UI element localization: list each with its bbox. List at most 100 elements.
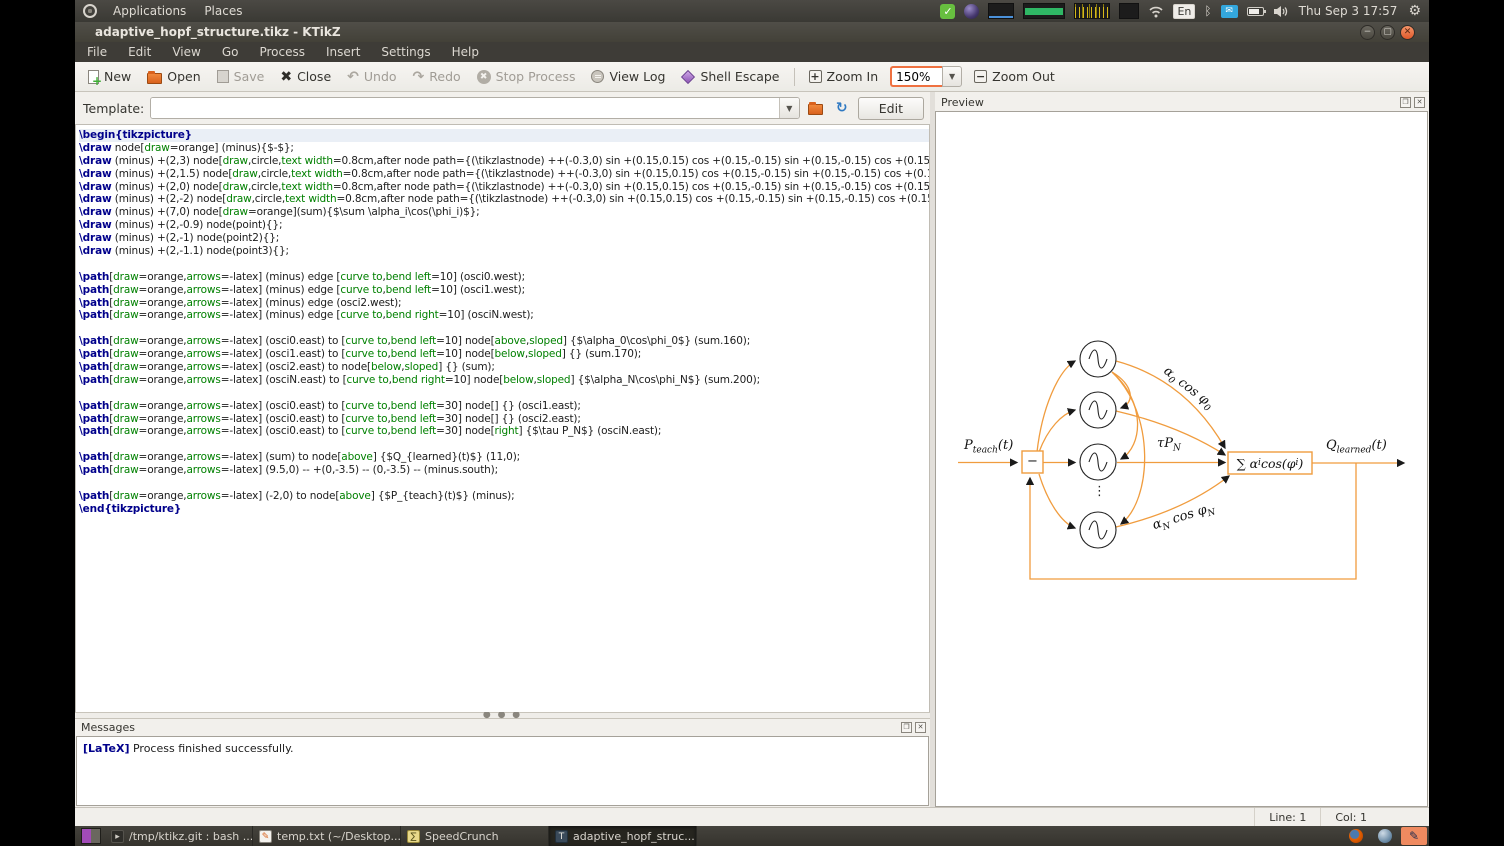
minimize-button[interactable]: − [1360, 25, 1375, 40]
template-reload-button[interactable]: ↻ [832, 98, 852, 118]
horizontal-splitter[interactable]: ● ● ● [75, 712, 930, 719]
code-line[interactable]: \draw (minus) +(2,-1.1) node(point3){}; [79, 245, 929, 258]
code-line[interactable]: \draw (minus) +(2,3) node[draw,circle,te… [79, 155, 929, 168]
messages-body: [LaTeX] Process finished successfully. [76, 736, 929, 806]
monitor-applet-empty[interactable] [1119, 3, 1139, 19]
open-button[interactable]: Open [140, 66, 207, 87]
code-line[interactable] [79, 438, 929, 451]
p-teach-label: Pteach(t) [964, 438, 1013, 456]
template-dropdown-arrow[interactable]: ▼ [779, 98, 799, 118]
code-line[interactable]: \draw (minus) +(2,1.5) node[draw,circle,… [79, 168, 929, 181]
task-terminal[interactable]: ▸ /tmp/ktikz.git : bash ... [105, 826, 253, 846]
workspace-switcher[interactable] [81, 828, 101, 844]
messages-float-icon[interactable]: ❐ [901, 722, 912, 733]
template-combobox: ▼ [150, 97, 800, 119]
task-texteditor[interactable]: ✎ temp.txt (~/Desktop... [253, 826, 401, 846]
volume-icon[interactable] [1273, 5, 1288, 18]
zoom-level-input[interactable] [890, 66, 942, 87]
firefox-launcher[interactable] [1343, 827, 1369, 845]
code-line[interactable]: \path[draw=orange,arrows=-latex] (osci1.… [79, 348, 929, 361]
code-line[interactable]: \path[draw=orange,arrows=-latex] (osci0.… [79, 413, 929, 426]
code-line[interactable] [79, 477, 929, 490]
code-line[interactable] [79, 258, 929, 271]
editor-column: Template: ▼ ↻ Edit \begin{tikzpicture}\d… [75, 92, 930, 807]
code-line[interactable]: \path[draw=orange,arrows=-latex] (-2,0) … [79, 490, 929, 503]
zoom-dropdown-arrow[interactable]: ▼ [942, 66, 962, 87]
code-editor[interactable]: \begin{tikzpicture}\draw node[draw=orang… [75, 124, 930, 712]
code-line[interactable]: \path[draw=orange,arrows=-latex] (osci0.… [79, 425, 929, 438]
keyboard-layout-indicator[interactable]: En [1173, 4, 1195, 19]
code-line[interactable]: \end{tikzpicture} [79, 503, 929, 516]
menu-process[interactable]: Process [259, 45, 305, 59]
redo-button[interactable]: ↷ Redo [406, 66, 468, 87]
code-line[interactable] [79, 387, 929, 400]
wifi-icon[interactable] [1148, 5, 1164, 18]
code-line[interactable]: \path[draw=orange,arrows=-latex] (sum) t… [79, 451, 929, 464]
code-line[interactable]: \begin{tikzpicture} [79, 129, 929, 142]
active-app-launcher[interactable]: ✎ [1401, 827, 1427, 845]
net-monitor-applet[interactable] [988, 3, 1014, 19]
places-menu[interactable]: Places [202, 4, 244, 18]
undo-button[interactable]: ↶ Undo [340, 66, 403, 87]
ball-launcher[interactable] [1372, 827, 1398, 845]
code-line[interactable]: \path[draw=orange,arrows=-latex] (osci0.… [79, 335, 929, 348]
load-monitor-applet[interactable] [1074, 3, 1110, 19]
clock[interactable]: Thu Sep 3 17:57 [1297, 4, 1400, 18]
messages-close-icon[interactable]: ✕ [915, 722, 926, 733]
app-indicator-icon[interactable] [964, 4, 979, 19]
cpu-monitor-applet[interactable] [1023, 3, 1065, 19]
code-line[interactable]: \draw (minus) +(7,0) node[draw=orange](s… [79, 206, 929, 219]
close-button[interactable]: ✕ [1400, 25, 1415, 40]
task-ktikz[interactable]: T adaptive_hopf_struc... [549, 826, 697, 846]
code-line[interactable]: \path[draw=orange,arrows=-latex] (9.5,0)… [79, 464, 929, 477]
battery-icon[interactable] [1247, 7, 1264, 16]
preview-canvas[interactable]: − ∑ αi cos(φi) Pteach(t) Qlearned(t) τPN [935, 111, 1428, 807]
code-line[interactable]: \path[draw=orange,arrows=-latex] (osci0.… [79, 400, 929, 413]
template-input[interactable] [151, 98, 779, 118]
code-line[interactable]: \path[draw=orange,arrows=-latex] (minus)… [79, 284, 929, 297]
distributor-logo-icon[interactable] [83, 4, 97, 18]
save-button[interactable]: Save [210, 66, 272, 87]
menu-help[interactable]: Help [452, 45, 479, 59]
template-edit-button[interactable]: Edit [858, 97, 924, 120]
code-line[interactable]: \path[draw=orange,arrows=-latex] (minus)… [79, 297, 929, 310]
zoom-out-button[interactable]: − Zoom Out [967, 66, 1062, 87]
window-titlebar[interactable]: adaptive_hopf_structure.tikz - KTikZ − ▢… [75, 22, 1429, 42]
code-line[interactable]: \path[draw=orange,arrows=-latex] (minus)… [79, 271, 929, 284]
shell-escape-button[interactable]: Shell Escape [674, 66, 786, 87]
template-new-button[interactable] [806, 98, 826, 118]
code-line[interactable]: \draw node[draw=orange] (minus){$-$}; [79, 142, 929, 155]
preview-float-icon[interactable]: ❐ [1400, 97, 1411, 108]
code-line[interactable]: \draw (minus) +(2,-1) node(point2){}; [79, 232, 929, 245]
menu-settings[interactable]: Settings [381, 45, 430, 59]
stop-process-button[interactable]: ✖ Stop Process [470, 66, 583, 87]
new-button[interactable]: New [81, 66, 138, 87]
save-label: Save [234, 69, 265, 84]
updates-ok-icon[interactable]: ✓ [940, 4, 955, 19]
code-line[interactable] [79, 322, 929, 335]
code-line[interactable]: \path[draw=orange,arrows=-latex] (osci2.… [79, 361, 929, 374]
menu-edit[interactable]: Edit [128, 45, 151, 59]
task-speedcrunch-label: SpeedCrunch [425, 830, 499, 843]
menu-file[interactable]: File [87, 45, 107, 59]
code-line[interactable]: \path[draw=orange,arrows=-latex] (minus)… [79, 309, 929, 322]
close-file-icon: ✖ [280, 70, 292, 84]
window-controls: − ▢ ✕ [1360, 25, 1415, 40]
preview-close-icon[interactable]: ✕ [1414, 97, 1425, 108]
maximize-button[interactable]: ▢ [1380, 25, 1395, 40]
code-line[interactable]: \path[draw=orange,arrows=-latex] (osciN.… [79, 374, 929, 387]
session-gear-icon[interactable]: ⚙ [1408, 3, 1421, 19]
code-line[interactable]: \draw (minus) +(2,0) node[draw,circle,te… [79, 181, 929, 194]
menu-go[interactable]: Go [222, 45, 239, 59]
view-log-button[interactable]: View Log [584, 66, 672, 87]
close-file-button[interactable]: ✖ Close [273, 66, 338, 87]
mail-icon[interactable]: ✉ [1221, 5, 1238, 18]
task-speedcrunch[interactable]: ∑ SpeedCrunch [401, 826, 549, 846]
applications-menu[interactable]: Applications [111, 4, 188, 18]
code-line[interactable]: \draw (minus) +(2,-0.9) node(point){}; [79, 219, 929, 232]
zoom-in-button[interactable]: + Zoom In [802, 66, 886, 87]
menu-insert[interactable]: Insert [326, 45, 360, 59]
code-line[interactable]: \draw (minus) +(2,-2) node[draw,circle,t… [79, 193, 929, 206]
menu-view[interactable]: View [172, 45, 200, 59]
bluetooth-icon[interactable]: ᛒ [1204, 4, 1211, 18]
